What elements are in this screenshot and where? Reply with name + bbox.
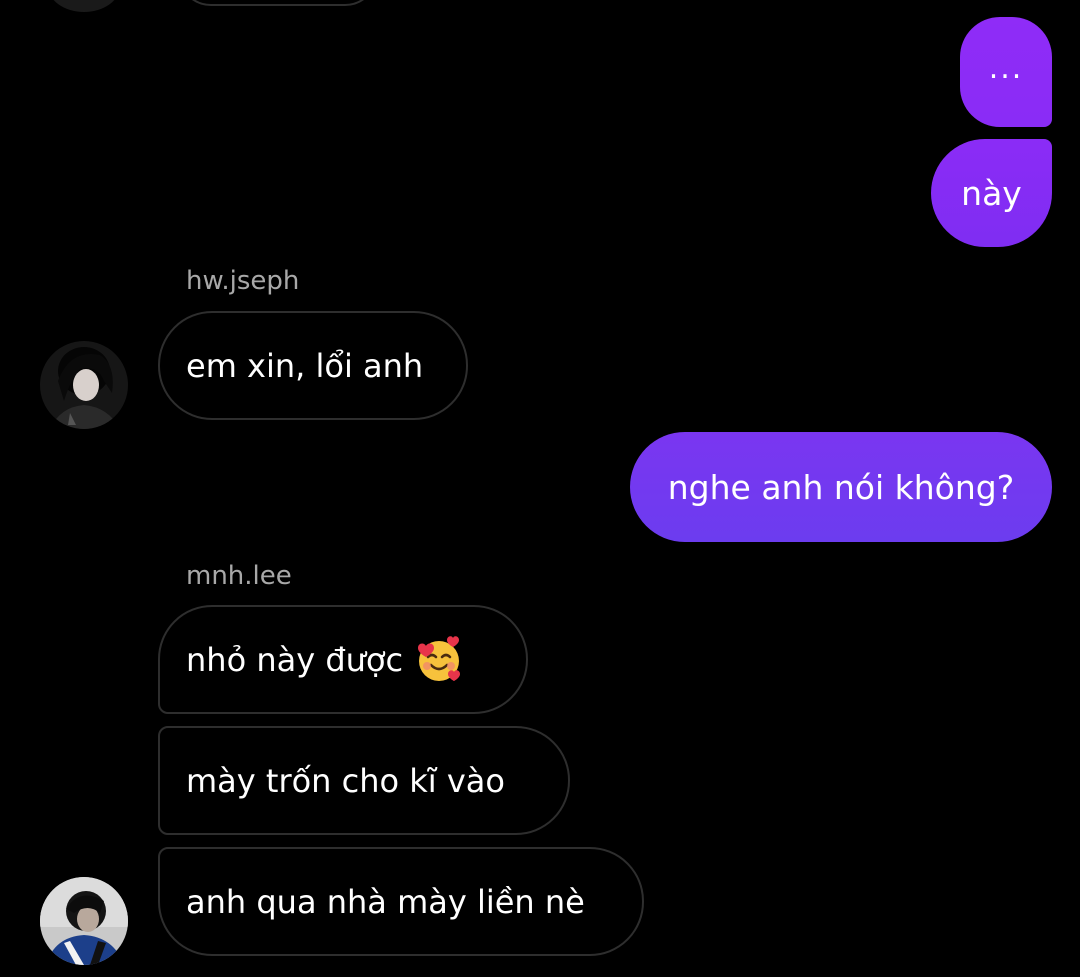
- sent-message-bubble[interactable]: ...: [960, 17, 1052, 127]
- avatar-image: [40, 877, 128, 965]
- partial-bubble-top: [178, 0, 378, 6]
- received-message-bubble[interactable]: mày trốn cho kĩ vào: [158, 726, 570, 835]
- received-message-text: nhỏ này được: [186, 640, 404, 679]
- sent-message-bubble[interactable]: này: [931, 139, 1052, 247]
- received-message-bubble[interactable]: em xin, lổi anh: [158, 311, 468, 420]
- received-message-bubble[interactable]: anh qua nhà mày liền nè: [158, 847, 644, 956]
- sent-message-text: nghe anh nói không?: [667, 467, 1015, 507]
- sent-message-text: ...: [988, 50, 1024, 86]
- received-message-text: em xin, lổi anh: [186, 346, 424, 385]
- received-message-text: anh qua nhà mày liền nè: [186, 882, 585, 921]
- received-message-text: mày trốn cho kĩ vào: [186, 761, 505, 800]
- avatar[interactable]: [40, 341, 128, 429]
- smiling-face-with-hearts-icon: [418, 635, 461, 681]
- avatar-image: [40, 341, 128, 429]
- received-message-bubble[interactable]: nhỏ này được: [158, 605, 528, 714]
- sent-message-bubble[interactable]: nghe anh nói không?: [630, 432, 1052, 542]
- sender-name: hw.jseph: [186, 266, 300, 296]
- avatar[interactable]: [40, 877, 128, 965]
- sender-name: mnh.lee: [186, 561, 292, 591]
- partial-avatar-top: [48, 0, 120, 12]
- sent-message-text: này: [961, 173, 1022, 213]
